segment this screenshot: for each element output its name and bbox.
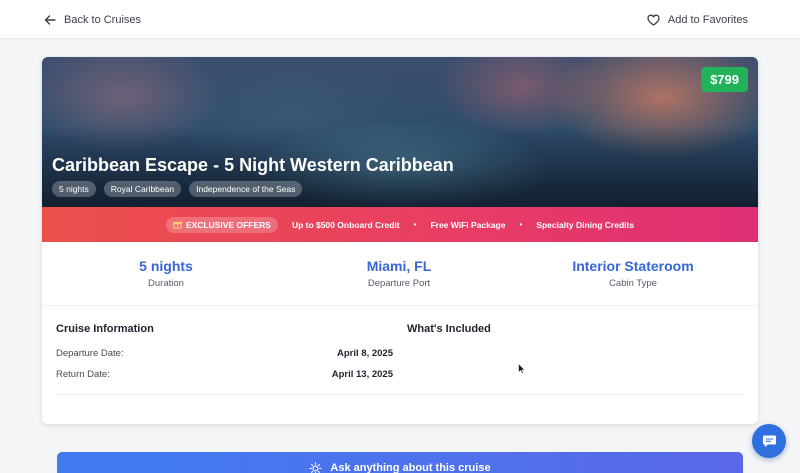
favorites-label: Add to Favorites [667,14,748,26]
stat-cabin-value: Interior Stateroom [572,258,694,274]
offer-onboard-credit: Up to $500 Onboard Credit [291,219,400,230]
back-to-cruises-link[interactable]: Back to Cruises [44,11,141,29]
cruise-detail-card: $799 Caribbean Escape - 5 Night Western … [42,57,758,424]
tag-duration: 5 nights [52,181,96,197]
offer-separator: • [413,220,417,229]
gift-icon [172,220,182,229]
exclusive-offers-badge: EXCLUSIVE OFFERS [165,216,278,233]
return-date-label: Return Date: [56,369,110,380]
arrow-left-icon [44,14,56,26]
offer-wifi: Free WiFi Package [430,219,506,230]
cruise-information-heading: Cruise Information [56,323,154,335]
departure-date-label: Departure Date: [56,348,124,359]
mouse-cursor [518,361,526,379]
departure-date-value: April 8, 2025 [337,348,393,359]
return-date-value: April 13, 2025 [331,369,393,380]
cruise-tags: 5 nights Royal Caribbean Independence of… [52,181,303,197]
departure-date-row: Departure Date: April 8, 2025 [56,348,393,359]
stat-duration-label: Duration [148,278,184,289]
ask-about-cruise-button[interactable]: Ask anything about this cruise [57,452,743,473]
cruise-title: Caribbean Escape - 5 Night Western Carib… [52,155,454,175]
add-to-favorites-button[interactable]: Add to Favorites [647,11,748,29]
cruise-stats: 5 nights Duration Miami, FL Departure Po… [42,242,758,306]
stat-port-label: Departure Port [367,278,431,289]
top-bar: Back to Cruises Add to Favorites [0,0,800,39]
stat-departure-port: Miami, FL Departure Port [299,258,499,289]
hero-image: $799 Caribbean Escape - 5 Night Western … [42,57,758,207]
heart-icon [647,14,660,26]
offer-separator: • [519,220,523,229]
stat-duration: 5 nights Duration [66,258,266,289]
lightbulb-icon [309,462,323,473]
stat-cabin-label: Cabin Type [609,278,657,289]
whats-included-heading: What's Included [407,323,491,335]
tag-cruise-line: Royal Caribbean [103,181,182,197]
price-badge: $799 [701,67,748,92]
tag-ship: Independence of the Seas [189,181,303,197]
stat-cabin-type: Interior Stateroom Cabin Type [533,258,733,289]
stat-port-value: Miami, FL [366,258,432,274]
return-date-row: Return Date: April 13, 2025 [56,369,393,380]
exclusive-offers-label: EXCLUSIVE OFFERS [185,219,271,230]
chat-button[interactable] [752,424,786,458]
offer-dining: Specialty Dining Credits [536,219,635,230]
section-divider [56,394,744,395]
chat-bubble-icon [762,434,777,448]
back-link-label: Back to Cruises [64,14,142,26]
ask-label: Ask anything about this cruise [330,462,491,473]
stat-duration-value: 5 nights [139,258,193,274]
exclusive-offers-banner: EXCLUSIVE OFFERS Up to $500 Onboard Cred… [42,207,758,242]
